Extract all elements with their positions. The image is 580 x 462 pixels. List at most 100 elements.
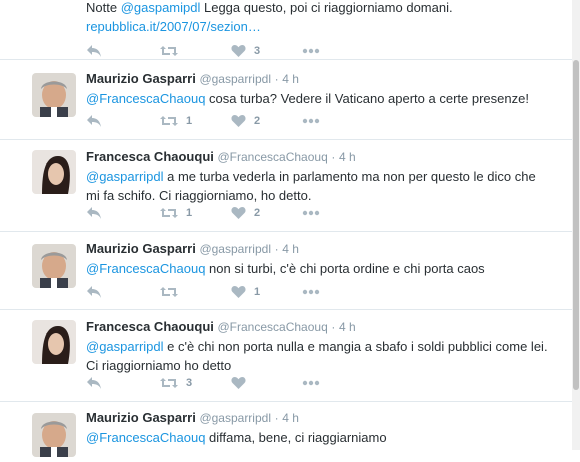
scrollbar-thumb[interactable] [573, 60, 579, 390]
like-count: 1 [254, 286, 261, 298]
like-count: 2 [254, 115, 261, 127]
more-button[interactable] [302, 42, 320, 60]
tweet-text: @FrancescaChaouq non si turbi, c'è chi p… [86, 259, 558, 278]
mention-link[interactable]: @gasparripdl [86, 339, 164, 354]
more-icon [302, 289, 320, 295]
more-button[interactable] [302, 204, 320, 222]
tweet-text-part: Legga questo, poi ci riaggiorniamo doman… [200, 0, 453, 15]
reply-button[interactable] [86, 112, 102, 130]
retweet-count: 1 [186, 207, 193, 219]
retweet-button[interactable]: 1 [160, 112, 192, 130]
like-count: 2 [254, 207, 261, 219]
author-username[interactable]: @FrancescaChaouq [218, 320, 328, 334]
avatar[interactable] [32, 150, 76, 194]
scrollbar[interactable] [572, 0, 580, 450]
more-icon [302, 118, 320, 124]
mention-link[interactable]: @FrancescaChaouq [86, 91, 205, 106]
separator: · [331, 320, 336, 334]
author-username[interactable]: @gasparripdl [199, 411, 271, 425]
tweet-text-part: non si turbi, c'è chi porta ordine e chi… [205, 261, 485, 276]
tweet-text: @gasparripdl e c'è chi non porta nulla e… [86, 337, 558, 375]
like-button[interactable]: 3 [231, 42, 260, 60]
more-button[interactable] [302, 112, 320, 130]
reply-button[interactable] [86, 204, 102, 222]
tweet-actions: 3 [86, 42, 346, 60]
more-icon [302, 210, 320, 216]
tweet-timestamp[interactable]: 4 h [339, 320, 356, 334]
tweet[interactable]: Maurizio Gasparri @gasparripdl · 4 h @Fr… [0, 60, 572, 140]
more-button[interactable] [302, 374, 320, 392]
retweet-icon [160, 46, 178, 56]
retweet-button[interactable]: 1 [160, 204, 192, 222]
like-button[interactable]: 2 [231, 112, 260, 130]
tweet-actions: 1 [86, 283, 346, 301]
tweet[interactable]: Notte @gaspamipdl Legga questo, poi ci r… [0, 0, 572, 60]
retweet-button[interactable] [160, 283, 186, 301]
mention-link[interactable]: @FrancescaChaouq [86, 430, 205, 445]
reply-icon [87, 115, 101, 127]
tweet[interactable]: Maurizio Gasparri @gasparripdl · 4 h @Fr… [0, 232, 572, 310]
tweet-text-part: a me turba vederla in parlamento ma non … [163, 169, 536, 184]
tweet[interactable]: Francesca Chaouqui @FrancescaChaouq · 4 … [0, 310, 572, 402]
tweet-header: Francesca Chaouqui @FrancescaChaouq · 4 … [86, 149, 558, 165]
author-name[interactable]: Maurizio Gasparri [86, 71, 196, 86]
tweet-text-part: Notte [86, 0, 121, 15]
heart-icon [231, 45, 246, 57]
like-button[interactable]: 2 [231, 204, 260, 222]
tweet-text-part: Ci riaggiorniamo ho detto [86, 358, 232, 373]
author-name[interactable]: Maurizio Gasparri [86, 410, 196, 425]
mention-link[interactable]: @gasparripdl [86, 169, 164, 184]
retweet-icon [160, 378, 178, 388]
tweet[interactable]: Maurizio Gasparri @gasparripdl · 4 h @Fr… [0, 402, 572, 462]
heart-icon [231, 115, 246, 127]
reply-button[interactable] [86, 42, 102, 60]
reply-button[interactable] [86, 374, 102, 392]
avatar[interactable] [32, 73, 76, 117]
heart-icon [231, 377, 246, 389]
tweet-text: @gasparripdl a me turba vederla in parla… [86, 167, 558, 205]
author-name[interactable]: Francesca Chaouqui [86, 149, 214, 164]
tweet-header: Maurizio Gasparri @gasparripdl · 4 h [86, 410, 558, 426]
retweet-button[interactable]: 3 [160, 374, 192, 392]
avatar[interactable] [32, 320, 76, 364]
tweet-actions: 1 2 [86, 112, 346, 130]
like-button[interactable] [231, 374, 254, 392]
retweet-button[interactable] [160, 42, 186, 60]
author-name[interactable]: Maurizio Gasparri [86, 241, 196, 256]
tweet-timestamp[interactable]: 4 h [339, 150, 356, 164]
avatar[interactable] [32, 244, 76, 288]
tweet-text-part: mi fa schifo. Ci riaggiorniamo, ho detto… [86, 188, 312, 203]
url-link[interactable]: repubblica.it/2007/07/sezion… [86, 19, 261, 34]
tweet-text: Notte @gaspamipdl Legga questo, poi ci r… [86, 0, 558, 36]
tweet-timestamp[interactable]: 4 h [282, 242, 299, 256]
author-username[interactable]: @gasparripdl [199, 242, 271, 256]
mention-link[interactable]: @gaspamipdl [121, 0, 201, 15]
author-username[interactable]: @gasparripdl [199, 72, 271, 86]
reply-icon [87, 207, 101, 219]
tweet-text-part: cosa turba? Vedere il Vaticano aperto a … [205, 91, 529, 106]
separator: · [274, 411, 279, 425]
tweet-timestamp[interactable]: 4 h [282, 411, 299, 425]
tweet-text: @FrancescaChaouq diffama, bene, ci riagg… [86, 428, 558, 447]
tweet[interactable]: Francesca Chaouqui @FrancescaChaouq · 4 … [0, 140, 572, 232]
retweet-icon [160, 287, 178, 297]
tweet-actions: 3 [86, 374, 346, 392]
more-button[interactable] [302, 283, 320, 301]
tweet-text-part: e c'è chi non porta nulla e mangia a sba… [163, 339, 548, 354]
tweet-text: @FrancescaChaouq cosa turba? Vedere il V… [86, 89, 558, 108]
heart-icon [231, 207, 246, 219]
retweet-icon [160, 208, 178, 218]
tweet-actions: 1 2 [86, 204, 346, 222]
reply-button[interactable] [86, 283, 102, 301]
reply-icon [87, 286, 101, 298]
author-name[interactable]: Francesca Chaouqui [86, 319, 214, 334]
like-button[interactable]: 1 [231, 283, 260, 301]
retweet-count: 1 [186, 115, 193, 127]
mention-link[interactable]: @FrancescaChaouq [86, 261, 205, 276]
more-icon [302, 48, 320, 54]
avatar[interactable] [32, 413, 76, 457]
retweet-icon [160, 116, 178, 126]
tweet-timestamp[interactable]: 4 h [282, 72, 299, 86]
like-count: 3 [254, 45, 261, 57]
author-username[interactable]: @FrancescaChaouq [218, 150, 328, 164]
